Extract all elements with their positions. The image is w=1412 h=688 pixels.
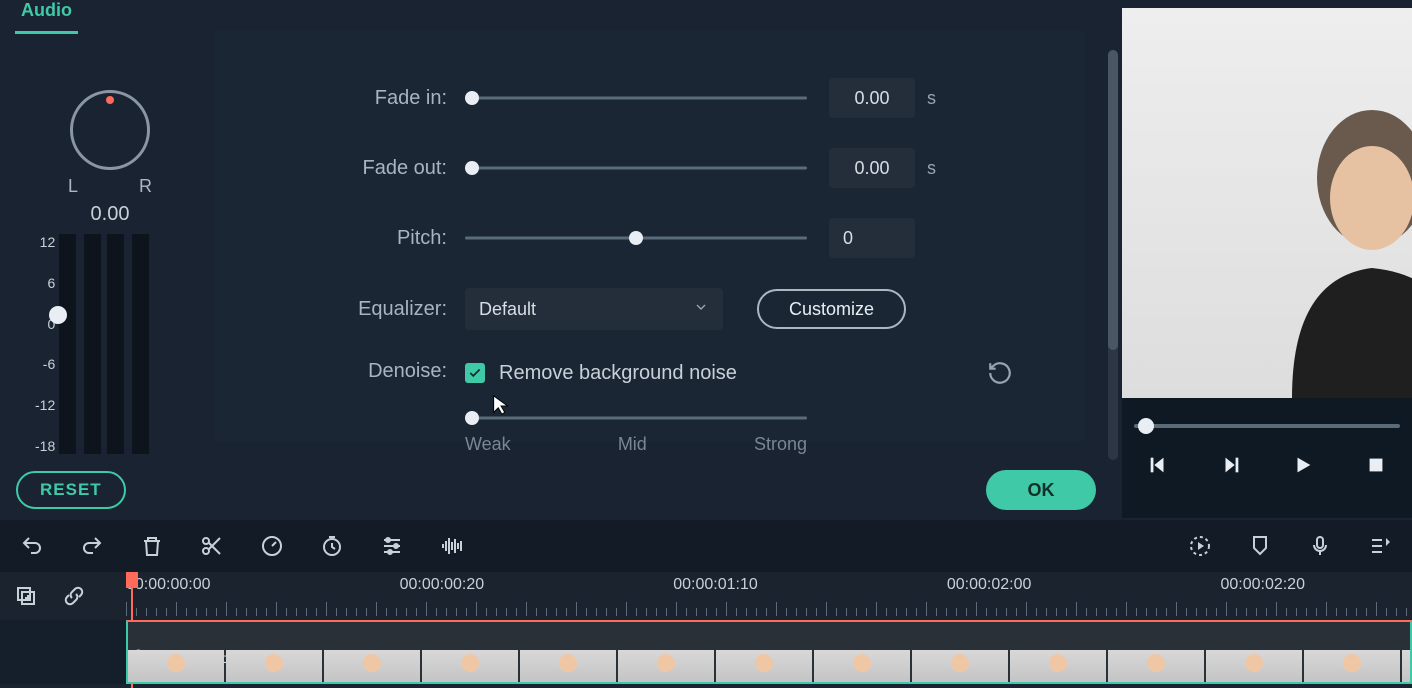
- level-meter: 12 6 0 -6 -12 -18: [35, 234, 149, 454]
- balance-knob-area: L R 0.00: [35, 90, 185, 226]
- pitch-slider[interactable]: [465, 224, 807, 252]
- denoise-checkbox-label: Remove background noise: [499, 362, 737, 385]
- timeline-playhead[interactable]: [126, 572, 140, 620]
- equalizer-selected: Default: [479, 299, 536, 320]
- pitch-value[interactable]: 0: [829, 218, 915, 258]
- meter-tick: -6: [35, 356, 55, 372]
- balance-left-label: L: [68, 176, 78, 197]
- track-header[interactable]: [0, 620, 126, 684]
- marker-icon[interactable]: [1248, 534, 1272, 558]
- meter-tick: 12: [35, 234, 55, 250]
- meter-tick: 6: [35, 275, 55, 291]
- fade-in-value[interactable]: 0.00: [829, 78, 915, 118]
- audio-mixer-icon[interactable]: [1368, 534, 1392, 558]
- split-icon[interactable]: [200, 534, 224, 558]
- denoise-scale-weak: Weak: [465, 434, 511, 455]
- denoise-scale-strong: Strong: [754, 434, 807, 455]
- speed-icon[interactable]: [260, 534, 284, 558]
- preview-pane: [1122, 8, 1412, 518]
- timeline-timecode: 00:00:02:00: [947, 576, 1032, 594]
- link-icon[interactable]: [62, 584, 86, 608]
- denoise-scale-mid: Mid: [618, 434, 647, 455]
- undo-icon[interactable]: [20, 534, 44, 558]
- ok-button[interactable]: OK: [986, 470, 1096, 510]
- preview-video: [1122, 8, 1412, 398]
- denoise-checkbox[interactable]: [465, 363, 485, 383]
- timeline-timecode: 00:00:01:10: [673, 576, 758, 594]
- balance-knob[interactable]: [70, 90, 150, 170]
- equalizer-dropdown[interactable]: Default: [465, 288, 723, 330]
- stop-button[interactable]: [1363, 452, 1389, 478]
- fade-out-label: Fade out:: [215, 157, 465, 180]
- denoise-label: Denoise:: [215, 360, 465, 383]
- denoise-slider[interactable]: [465, 404, 807, 432]
- timeline-track-row: background noise sample: [0, 620, 1412, 684]
- add-track-icon[interactable]: [14, 584, 38, 608]
- duration-icon[interactable]: [320, 534, 344, 558]
- fade-in-slider[interactable]: [465, 84, 807, 112]
- meter-tick: -18: [35, 438, 55, 454]
- waveform-icon[interactable]: [440, 534, 464, 558]
- mouse-cursor-icon: [490, 394, 512, 416]
- toolbar: [0, 520, 1412, 572]
- tab-audio[interactable]: Audio: [15, 0, 78, 34]
- balance-right-label: R: [139, 176, 152, 197]
- meter-tick: -12: [35, 397, 55, 413]
- chevron-down-icon: [693, 299, 709, 320]
- timeline-ruler[interactable]: 00:00:00:0000:00:00:2000:00:01:1000:00:0…: [0, 572, 1412, 620]
- record-voiceover-icon[interactable]: [1308, 534, 1332, 558]
- fade-in-unit: s: [927, 88, 936, 109]
- customize-button[interactable]: Customize: [757, 289, 906, 329]
- render-icon[interactable]: [1188, 534, 1212, 558]
- reset-button[interactable]: RESET: [16, 471, 126, 509]
- timeline-timecode: 00:00:02:20: [1220, 576, 1305, 594]
- delete-icon[interactable]: [140, 534, 164, 558]
- fade-in-label: Fade in:: [215, 87, 465, 110]
- panel-scrollbar[interactable]: [1108, 50, 1118, 460]
- equalizer-label: Equalizer:: [215, 298, 465, 321]
- fade-out-unit: s: [927, 158, 936, 179]
- adjust-icon[interactable]: [380, 534, 404, 558]
- redo-icon[interactable]: [80, 534, 104, 558]
- timeline-timecode: 00:00:00:20: [400, 576, 485, 594]
- pitch-label: Pitch:: [215, 227, 465, 250]
- balance-value: 0.00: [35, 203, 185, 226]
- next-frame-button[interactable]: [1218, 452, 1244, 478]
- video-clip[interactable]: background noise sample: [126, 620, 1412, 684]
- preview-progress-slider[interactable]: [1134, 424, 1400, 428]
- fade-out-slider[interactable]: [465, 154, 807, 182]
- denoise-reset-icon[interactable]: [987, 360, 1013, 386]
- prev-frame-button[interactable]: [1145, 452, 1171, 478]
- play-button[interactable]: [1290, 452, 1316, 478]
- fade-out-value[interactable]: 0.00: [829, 148, 915, 188]
